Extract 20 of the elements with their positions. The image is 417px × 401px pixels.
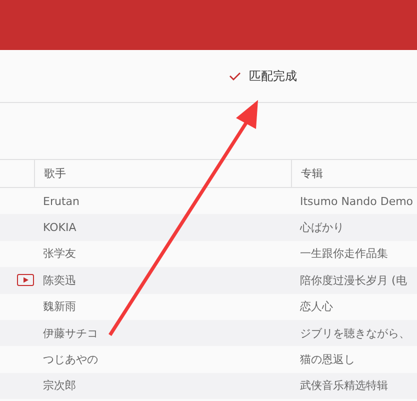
artist-cell-text: 魏新雨 [42,299,77,314]
artist-cell-text: 陈奕迅 [42,272,77,288]
column-header[interactable]: 歌手 [34,160,291,187]
album-cell-text: Itsumo Nando Demo [299,194,414,208]
album-cell-text: 猫の恩返し [299,352,356,368]
artist-cell-text: Erutan [42,194,80,208]
artist-cell-text: 伊藤サチコ [42,326,99,341]
artist-cell-text: つじあやの [42,352,99,368]
artist-cell-text: 宗次郎 [42,378,77,394]
artist-cell-text: 张学友 [42,246,77,262]
check-icon [229,72,241,80]
album-cell-text: ジブリを聴きながら、 [299,326,411,341]
album-cell-text: 陪你度过漫长岁月 (电 [299,272,408,288]
match-status: 匹配完成 [249,68,297,84]
column-header[interactable]: 专辑 [291,160,417,187]
artist-cell-text: KOKIA [42,221,78,234]
album-cell-text: 一生跟你走作品集 [299,246,389,262]
album-cell-text: 武侠音乐精选特辑 [299,378,389,394]
album-cell-text: 心ばかり [298,220,345,236]
album-cell-text: 恋人心 [299,299,334,314]
